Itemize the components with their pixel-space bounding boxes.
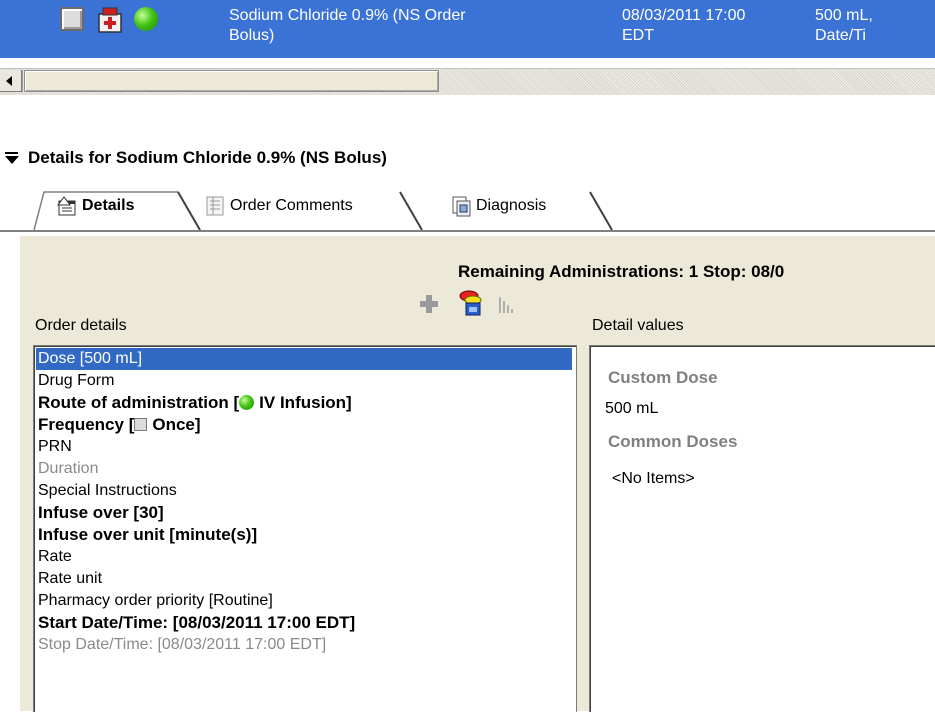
tab-strip: Details Order Comments Diagnosis xyxy=(30,184,935,232)
order-details-toolbar xyxy=(418,290,538,329)
list-item-rate[interactable]: Rate xyxy=(38,546,72,568)
properties-icon xyxy=(57,196,76,216)
scroll-left-arrow-icon[interactable] xyxy=(0,70,23,92)
list-item-start-datetime[interactable]: Start Date/Time: [08/03/2011 17:00 EDT] xyxy=(38,612,355,634)
tab-details-label: Details xyxy=(82,197,135,214)
common-doses-heading: Common Doses xyxy=(608,432,738,451)
horizontal-scrollbar[interactable] xyxy=(0,68,935,95)
list-item-infuse-over[interactable]: Infuse over [30] xyxy=(38,502,164,524)
selected-order-row[interactable]: Sodium Chloride 0.9% (NS Order Bolus) 08… xyxy=(0,0,935,58)
detail-values-panel: Custom Dose 500 mL Common Doses <No Item… xyxy=(589,345,935,712)
order-details-label: Order details xyxy=(35,317,127,334)
pills-icon[interactable] xyxy=(458,289,484,317)
list-item-rate-unit[interactable]: Rate unit xyxy=(38,568,102,590)
tab-diagnosis[interactable]: Diagnosis xyxy=(444,184,610,228)
custom-dose-input[interactable]: 500 mL xyxy=(605,400,658,418)
details-title: Details for Sodium Chloride 0.9% (NS Bol… xyxy=(28,148,387,167)
status-green-dot-icon xyxy=(134,7,158,31)
list-item-frequency[interactable]: Frequency [Once] xyxy=(38,414,201,436)
tab-order-comments[interactable]: Order Comments xyxy=(198,184,424,228)
scrollbar-thumb[interactable] xyxy=(24,70,439,92)
grey-box-icon xyxy=(134,418,148,431)
order-name-cell: Sodium Chloride 0.9% (NS Order Bolus) xyxy=(229,7,466,44)
list-item-stop-datetime[interactable]: Stop Date/Time: [08/03/2011 17:00 EDT] xyxy=(38,634,326,656)
medication-order-icon xyxy=(98,7,122,33)
custom-dose-heading: Custom Dose xyxy=(608,368,718,387)
order-details-list[interactable]: Dose [500 mL] Drug Form Route of adminis… xyxy=(33,345,577,712)
tab-order-comments-label: Order Comments xyxy=(230,197,353,214)
list-item-infuse-over-unit[interactable]: Infuse over unit [minute(s)] xyxy=(38,524,257,546)
list-item-duration[interactable]: Duration xyxy=(38,458,98,480)
common-doses-empty: <No Items> xyxy=(612,470,695,487)
collapse-arrow-icon[interactable] xyxy=(4,150,20,166)
tab-details[interactable]: Details xyxy=(50,184,206,228)
list-item-dose[interactable]: Dose [500 mL] xyxy=(36,348,572,370)
details-section-header[interactable]: Details for Sodium Chloride 0.9% (NS Bol… xyxy=(4,148,387,168)
list-item-special-instructions[interactable]: Special Instructions xyxy=(38,480,177,502)
comments-icon xyxy=(206,196,224,216)
green-dot-icon xyxy=(239,395,255,410)
tab-diagnosis-label: Diagnosis xyxy=(476,197,547,214)
add-icon[interactable] xyxy=(418,293,440,315)
chart-bars-icon[interactable] xyxy=(496,293,518,315)
remaining-administrations: Remaining Administrations: 1 Stop: 08/0 xyxy=(458,262,785,281)
list-item-route[interactable]: Route of administration [IV Infusion] xyxy=(38,392,352,414)
detail-values-label: Detail values xyxy=(592,317,684,334)
list-item-pharmacy-priority[interactable]: Pharmacy order priority [Routine] xyxy=(38,590,273,612)
order-dose-cell: 500 mL, Date/Ti xyxy=(815,7,873,44)
diagnosis-icon xyxy=(452,196,471,217)
order-datetime-cell: 08/03/2011 17:00 EDT xyxy=(622,7,746,44)
list-item-drug-form[interactable]: Drug Form xyxy=(38,370,114,392)
checkbox-icon[interactable] xyxy=(60,7,84,31)
tab-baseline-highlight xyxy=(0,232,935,233)
list-item-prn[interactable]: PRN xyxy=(38,436,72,458)
